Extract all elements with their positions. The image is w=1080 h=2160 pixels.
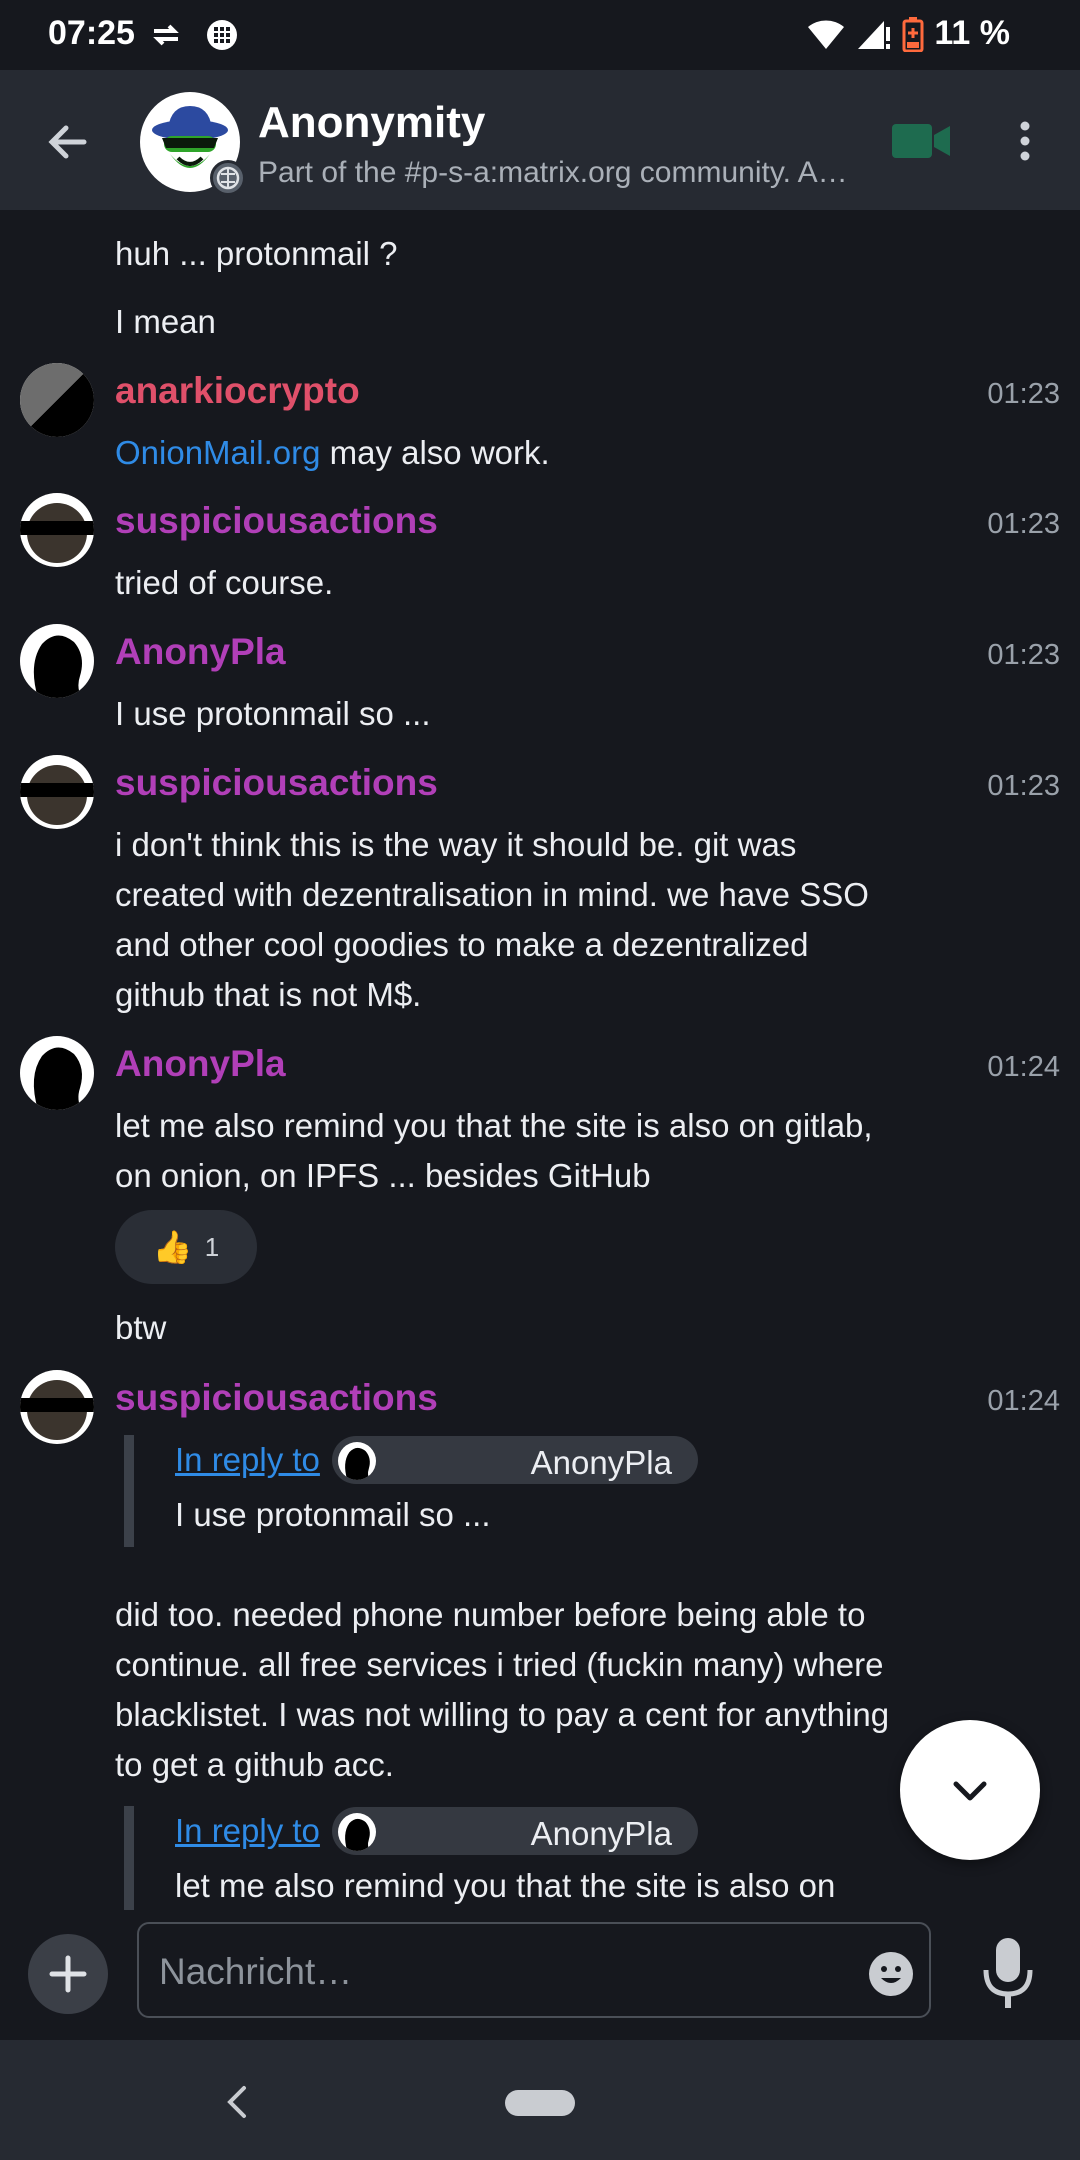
message-time: 01:23 [987,770,1060,802]
plus-icon [49,1955,87,1993]
message-timeline[interactable]: huh ... protonmail ? I mean anarkiocrypt… [0,210,1080,1910]
message-time: 01:23 [987,378,1060,410]
sender-name[interactable]: suspiciousactions [115,1377,438,1419]
avatar [337,1813,376,1851]
status-right: 11 % [806,14,1010,53]
avatar[interactable] [20,755,94,829]
room-header: Anonymity Part of the #p-s-a:matrix.org … [0,70,1080,210]
attach-button[interactable] [28,1934,108,2014]
public-room-globe-icon [210,160,246,196]
message-text: I mean [115,303,216,340]
user-pill[interactable]: AnonyPla [331,1436,698,1484]
system-navigation-bar [0,2040,1080,2160]
message-text: OnionMail.org may also work. [115,434,550,471]
room-title[interactable]: Anonymity [258,98,485,148]
room-topic[interactable]: Part of the #p-s-a:matrix.org community.… [258,156,848,190]
chevron-down-icon [953,1781,987,1801]
signal-icon [858,20,891,49]
message-input[interactable] [157,1946,821,1998]
quoted-text: I use protonmail so ... [175,1496,491,1533]
message-text: btw [115,1309,167,1346]
avatar[interactable] [20,493,94,567]
message-link[interactable]: OnionMail.org [115,434,320,471]
status-notification-icons [150,14,239,52]
message-composer [0,1910,1080,2040]
back-arrow-icon[interactable] [44,118,92,166]
reply-quote-bar [124,1435,134,1547]
avatar[interactable] [20,363,94,437]
overflow-menu-icon[interactable] [1010,120,1040,162]
thumbs-up-icon: 👍 [152,1229,193,1265]
battery-percent: 11 % [934,14,1010,52]
reply-header[interactable]: In reply to AnonyPla [175,1435,698,1485]
message-text: huh ... protonmail ? [115,235,398,272]
sender-name[interactable]: anarkiocrypto [115,370,360,412]
video-call-icon[interactable] [890,120,952,162]
scroll-to-bottom-button[interactable] [900,1720,1040,1860]
avatar[interactable] [20,1370,94,1444]
status-bar: 07:25 11 % [0,0,1080,70]
message-input-wrapper [137,1922,931,2018]
emoji-icon[interactable] [867,1950,915,1998]
microphone-icon[interactable] [976,1936,1040,2012]
in-reply-to-link[interactable]: In reply to [175,1441,320,1479]
message-time: 01:24 [987,1051,1060,1083]
user-pill-name: AnonyPla [530,1815,672,1852]
reaction-count: 1 [204,1231,220,1262]
sender-name[interactable]: suspiciousactions [115,500,438,542]
data-transfer-icon [153,24,179,45]
avatar[interactable] [20,1036,94,1110]
reaction-chip[interactable]: 👍 1 [115,1210,257,1284]
reply-header[interactable]: In reply to AnonyPla [175,1806,698,1856]
sender-name[interactable]: AnonyPla [115,631,286,673]
message-text: i don't think this is the way it should … [115,826,869,1013]
message-text: let me also remind you that the site is … [115,1107,873,1194]
reply-quote-bar [124,1806,134,1910]
avatar[interactable] [20,624,94,698]
message-text: did too. needed phone number before bein… [115,1596,890,1783]
message-time: 01:23 [987,508,1060,540]
message-time: 01:23 [987,639,1060,671]
user-pill-name: AnonyPla [530,1444,672,1481]
sender-name[interactable]: AnonyPla [115,1043,286,1085]
grid-app-icon [206,19,237,50]
battery-low-icon [902,16,924,52]
message-text: tried of course. [115,564,334,601]
user-pill[interactable]: AnonyPla [331,1807,698,1855]
in-reply-to-link[interactable]: In reply to [175,1812,320,1850]
status-time: 07:25 [48,14,135,52]
nav-back-icon[interactable] [220,2082,256,2122]
nav-home-pill[interactable] [505,2090,575,2116]
sender-name[interactable]: suspiciousactions [115,762,438,804]
quoted-text: let me also remind you that the site is … [175,1867,836,1904]
message-text: I use protonmail so ... [115,695,431,732]
avatar [337,1442,376,1480]
message-time: 01:24 [987,1385,1060,1417]
wifi-icon [808,19,845,49]
